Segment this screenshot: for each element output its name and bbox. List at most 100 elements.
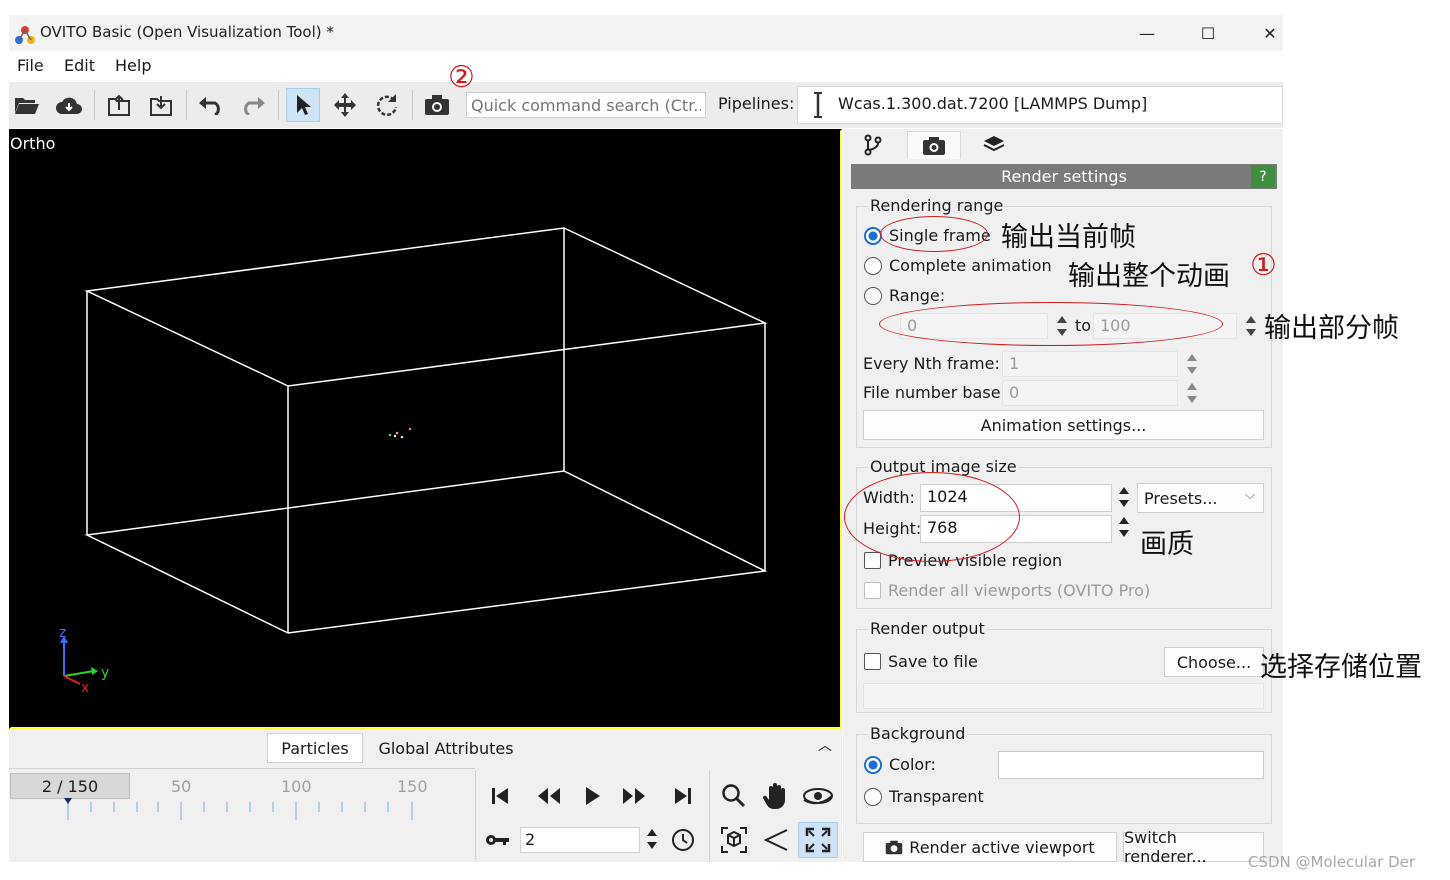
animation-settings-clock-icon[interactable] [663,822,703,858]
redo-icon[interactable] [236,88,270,122]
particles [388,427,412,439]
close-button[interactable]: ✕ [1239,15,1301,51]
file-number-base-field[interactable]: 0 [1002,380,1178,406]
tab-pipeline[interactable] [846,131,900,159]
every-nth-frame-field[interactable]: 1 [1002,351,1178,377]
timeline-ticks [64,798,413,820]
svg-text:y: y [101,665,109,681]
pipeline-branch-icon [864,134,882,156]
axis-tripod: z y x [59,625,109,696]
render-active-viewport-label: Render active viewport [909,837,1095,857]
select-mode-icon[interactable] [286,88,320,122]
preview-visible-region-checkbox[interactable] [864,552,881,569]
play-icon[interactable] [572,778,612,814]
menu-edit[interactable]: Edit [64,56,95,75]
tab-overlays[interactable] [967,131,1021,159]
render-active-viewport-button[interactable]: Render active viewport [863,832,1117,862]
help-button[interactable]: ? [1251,165,1275,188]
orbit-eye-icon[interactable] [798,778,838,814]
open-file-icon[interactable] [10,88,44,122]
annotation-single-frame-note: 输出当前帧 [1001,222,1136,253]
current-frame-spinner[interactable]: 2 [520,827,640,853]
annotation-ellipse-range [879,302,1223,346]
tick-label: 150 [397,777,428,796]
layers-icon [983,136,1005,152]
background-color-label[interactable]: Color: [889,755,936,774]
undo-icon[interactable] [194,88,228,122]
animation-settings-button[interactable]: Animation settings... [863,410,1264,440]
background-color-radio[interactable] [864,756,882,774]
presets-dropdown[interactable]: Presets... ⌵ [1137,483,1264,513]
menu-file[interactable]: File [17,56,44,75]
svg-text:z: z [59,625,66,641]
range-label[interactable]: Range: [889,286,945,305]
annotation-size-note: 画质 [1140,529,1194,560]
transparent-radio[interactable] [864,788,882,806]
annotation-range-note: 输出部分帧 [1264,313,1399,344]
pan-hand-icon[interactable] [756,778,796,814]
svg-text:x: x [81,680,89,696]
pipeline-icon [814,92,822,118]
file-number-base-arrows[interactable] [1185,381,1199,405]
tick-label: 100 [281,777,312,796]
jump-to-start-icon[interactable] [480,778,520,814]
menu-help[interactable]: Help [115,56,151,75]
annotation-choose-note: 选择存储位置 [1260,652,1422,683]
presets-label: Presets... [1144,488,1218,508]
pan-move-icon[interactable] [328,88,362,122]
tab-global-attributes[interactable]: Global Attributes [366,733,526,763]
background-color-swatch[interactable] [998,751,1264,779]
key-icon[interactable] [478,822,518,858]
complete-animation-label[interactable]: Complete animation [889,256,1052,275]
maximize-button[interactable]: ☐ [1177,15,1239,51]
maximize-viewport-icon[interactable] [798,822,838,858]
render-all-viewports-checkbox[interactable] [864,582,881,599]
pipeline-name: Wcas.1.300.dat.7200 [LAMMPS Dump] [838,94,1148,113]
tab-render[interactable] [907,131,961,159]
watermark: CSDN @Molecular Der [1248,853,1416,871]
simulation-box-wireframe: z y x [59,227,768,696]
previous-frame-icon[interactable] [529,778,569,814]
field-of-view-icon[interactable] [756,822,796,858]
load-remote-icon[interactable] [52,88,86,122]
render-all-viewports-label: Render all viewports (OVITO Pro) [888,581,1151,600]
annotation-number-one: ① [1250,248,1277,283]
export-file-icon[interactable] [102,88,136,122]
zoom-icon[interactable] [714,778,754,814]
collapse-panel-icon[interactable]: ︿ [818,735,832,755]
background-group [856,734,1272,824]
choose-output-file-button[interactable]: Choose... [1164,647,1264,677]
rotate-icon[interactable] [370,88,404,122]
every-nth-frame-arrows[interactable] [1185,352,1199,376]
output-filename-field [863,683,1264,709]
save-to-file-checkbox[interactable] [864,653,881,670]
single-frame-radio[interactable] [864,227,882,245]
pipelines-label: Pipelines: [718,94,795,113]
minimize-button[interactable]: — [1116,15,1178,51]
save-session-icon[interactable] [144,88,178,122]
file-number-base-label: File number base: [863,383,1006,402]
jump-to-end-icon[interactable] [663,778,703,814]
switch-renderer-button[interactable]: Switch renderer... [1123,828,1264,866]
transparent-label[interactable]: Transparent [889,787,984,806]
range-radio[interactable] [864,287,882,305]
tab-particles[interactable]: Particles [267,733,363,763]
annotation-complete-animation-note: 输出整个动画 [1068,261,1230,292]
frame-indicator[interactable]: 2 / 150 [10,773,130,799]
quick-command-search-input[interactable] [466,92,706,118]
ovito-logo-icon [15,26,35,44]
annotation-number-two: ② [448,60,475,95]
render-settings-header: Render settings [851,164,1277,189]
zoom-scene-extents-icon[interactable] [714,822,754,858]
height-arrows[interactable] [1117,515,1131,539]
save-to-file-label[interactable]: Save to file [888,652,978,671]
range-end-arrows[interactable] [1244,314,1258,338]
complete-animation-radio[interactable] [864,257,882,275]
width-arrows[interactable] [1117,485,1131,509]
camera-icon [923,136,945,155]
next-frame-icon[interactable] [614,778,654,814]
background-title: Background [868,724,968,743]
viewport-ortho[interactable]: z y x [9,129,842,729]
viewport-caption[interactable]: Ortho [10,134,55,153]
frame-spinner-arrows[interactable] [645,827,659,851]
